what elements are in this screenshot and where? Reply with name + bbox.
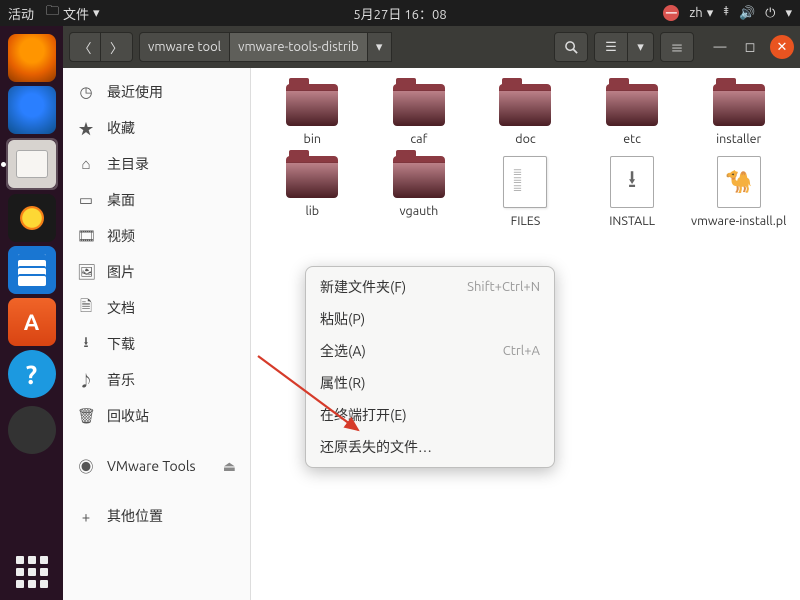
ctx-paste[interactable]: 粘贴(P) xyxy=(306,303,554,335)
sidebar-downloads[interactable]: ⭳下载 xyxy=(63,326,250,362)
dock-thunderbird[interactable] xyxy=(8,86,56,134)
folder-icon xyxy=(393,156,445,198)
dock-show-applications[interactable] xyxy=(16,556,48,588)
dock-rhythmbox[interactable] xyxy=(8,194,56,242)
textfile-icon xyxy=(503,156,547,208)
window-close[interactable]: ✕ xyxy=(770,35,794,59)
music-icon: ♪ xyxy=(77,370,95,391)
sidebar-other-locations[interactable]: +其他位置 xyxy=(63,498,250,534)
dock xyxy=(0,26,63,600)
folder-icon xyxy=(286,156,338,198)
folder-installer[interactable]: installer xyxy=(687,84,790,146)
nav-forward-button[interactable]: 〉 xyxy=(101,32,133,62)
hamburger-menu[interactable]: ≡ xyxy=(660,32,694,62)
power-icon[interactable]: ⏻ xyxy=(765,6,775,21)
sidebar: ◷最近使用 ★收藏 ⌂主目录 ▭桌面 🎞视频 🖼图片 🗎文档 ⭳下载 ♪音乐 🗑… xyxy=(63,68,251,600)
sidebar-videos[interactable]: 🎞视频 xyxy=(63,218,250,254)
app-menu[interactable]: 🗀 文件 ▾ xyxy=(46,2,100,24)
folder-bin[interactable]: bin xyxy=(261,84,364,146)
path-segment-1[interactable]: vmware tool xyxy=(139,32,230,62)
sidebar-starred[interactable]: ★收藏 xyxy=(63,110,250,146)
folder-icon xyxy=(713,84,765,126)
folder-icon xyxy=(606,84,658,126)
install-icon xyxy=(610,156,654,208)
ctx-properties[interactable]: 属性(R) xyxy=(306,367,554,399)
context-menu: 新建文件夹(F)Shift+Ctrl+N 粘贴(P) 全选(A)Ctrl+A 属… xyxy=(305,266,555,468)
sidebar-trash[interactable]: 🗑回收站 xyxy=(63,398,250,434)
dock-unknown[interactable] xyxy=(8,406,56,454)
view-dropdown[interactable]: ▾ xyxy=(628,32,654,62)
sidebar-vmware-tools[interactable]: ◉VMware Tools⏏ xyxy=(63,448,250,484)
activities-button[interactable]: 活动 xyxy=(8,4,34,23)
sidebar-documents[interactable]: 🗎文档 xyxy=(63,290,250,326)
ctx-new-folder[interactable]: 新建文件夹(F)Shift+Ctrl+N xyxy=(306,271,554,303)
clock[interactable]: 5月27日 16：08 xyxy=(353,4,446,23)
folder-icon xyxy=(286,84,338,126)
plus-icon: + xyxy=(77,508,95,525)
folder-doc[interactable]: doc xyxy=(474,84,577,146)
document-icon: 🗎 xyxy=(77,296,95,321)
folder-icon: 🗀 xyxy=(46,2,59,24)
chevron-down-icon: ▾ xyxy=(93,6,100,21)
folder-etc[interactable]: etc xyxy=(581,84,684,146)
sidebar-desktop[interactable]: ▭桌面 xyxy=(63,182,250,218)
sidebar-music[interactable]: ♪音乐 xyxy=(63,362,250,398)
video-icon: 🎞 xyxy=(77,227,95,245)
ime-indicator[interactable]: zh▾ xyxy=(689,6,713,21)
file-INSTALL[interactable]: INSTALL xyxy=(581,156,684,228)
home-icon: ⌂ xyxy=(77,155,95,173)
clock-icon: ◷ xyxy=(77,83,95,101)
window-minimize[interactable]: — xyxy=(710,37,730,57)
chevron-down-icon: ▾ xyxy=(785,6,792,21)
file-FILES[interactable]: FILES xyxy=(474,156,577,228)
download-icon: ⭳ xyxy=(77,332,95,357)
sidebar-pictures[interactable]: 🖼图片 xyxy=(63,254,250,290)
window-maximize[interactable]: ◻ xyxy=(740,37,760,57)
chevron-down-icon: ▾ xyxy=(707,6,714,21)
file-vmware-install[interactable]: 🐪vmware-install.pl xyxy=(687,156,790,228)
ctx-restore-missing[interactable]: 还原丢失的文件… xyxy=(306,431,554,463)
eject-icon[interactable]: ⏏ xyxy=(223,458,236,475)
notification-error-icon[interactable]: ― xyxy=(663,5,679,21)
folder-icon xyxy=(499,84,551,126)
ctx-select-all[interactable]: 全选(A)Ctrl+A xyxy=(306,335,554,367)
ctx-open-terminal[interactable]: 在终端打开(E) xyxy=(306,399,554,431)
folder-icon xyxy=(393,84,445,126)
headerbar: 〈 〉 vmware tool vmware-tools-distrib ▾ ☰… xyxy=(63,26,800,68)
desktop-icon: ▭ xyxy=(77,191,95,209)
volume-icon[interactable]: 🔊 xyxy=(739,6,755,21)
view-list-button[interactable]: ☰ xyxy=(594,32,628,62)
perl-script-icon: 🐪 xyxy=(717,156,761,208)
sidebar-recent[interactable]: ◷最近使用 xyxy=(63,74,250,110)
folder-lib[interactable]: lib xyxy=(261,156,364,228)
dock-files-active[interactable] xyxy=(6,138,58,190)
folder-vgauth[interactable]: vgauth xyxy=(368,156,471,228)
dock-libreoffice-writer[interactable] xyxy=(8,246,56,294)
dock-firefox[interactable] xyxy=(8,34,56,82)
trash-icon: 🗑 xyxy=(77,407,95,425)
search-icon xyxy=(564,40,579,55)
dock-help[interactable] xyxy=(8,350,56,398)
path-dropdown[interactable]: ▾ xyxy=(368,32,392,62)
sidebar-home[interactable]: ⌂主目录 xyxy=(63,146,250,182)
folder-caf[interactable]: caf xyxy=(368,84,471,146)
star-icon: ★ xyxy=(77,118,95,139)
nav-back-button[interactable]: 〈 xyxy=(69,32,101,62)
dock-ubuntu-software[interactable] xyxy=(8,298,56,346)
search-button[interactable] xyxy=(554,32,588,62)
network-icon[interactable]: ⯒ xyxy=(723,2,729,24)
picture-icon: 🖼 xyxy=(77,263,95,281)
path-segment-2[interactable]: vmware-tools-distrib xyxy=(230,32,367,62)
disc-icon: ◉ xyxy=(77,456,95,477)
